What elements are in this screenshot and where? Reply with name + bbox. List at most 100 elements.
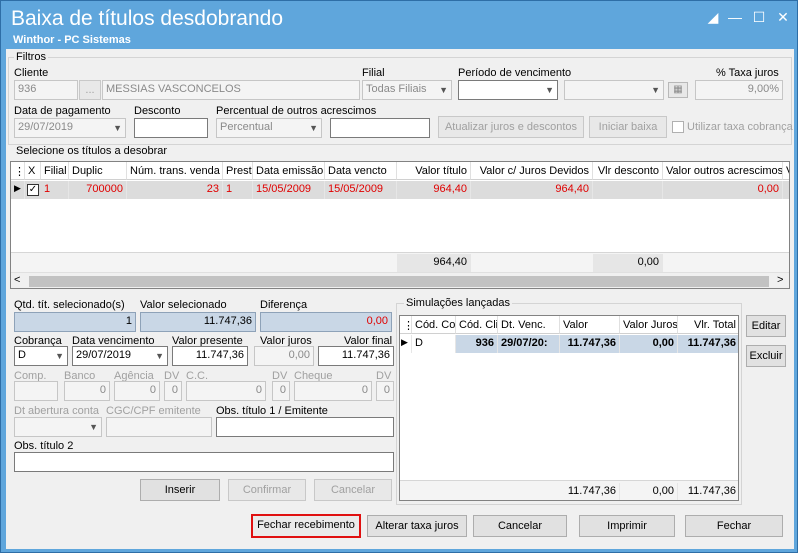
dt-abertura-select[interactable]: ▼ xyxy=(14,417,102,437)
cgc-input[interactable] xyxy=(106,417,212,437)
banco-input[interactable]: 0 xyxy=(64,381,110,401)
scroll-right-icon[interactable]: > xyxy=(777,274,783,286)
col-header-v[interactable]: V xyxy=(783,162,789,180)
maximize-icon[interactable]: ☐ xyxy=(749,9,769,25)
fechar-button[interactable]: Fechar xyxy=(685,515,783,537)
cell-cod-co: D xyxy=(412,335,456,353)
col-header-prest[interactable]: Prest xyxy=(223,162,253,180)
restore-icon[interactable]: ◢ xyxy=(703,9,723,25)
cell-num-trans: 23 xyxy=(127,181,223,199)
chevron-down-icon: ▼ xyxy=(545,85,554,95)
col-header-dt-venc[interactable]: Dt. Venc. xyxy=(498,316,560,334)
comp-input[interactable] xyxy=(14,381,58,401)
dv2-input[interactable]: 0 xyxy=(272,381,290,401)
titulos-label: Selecione os títulos a desobrar xyxy=(14,145,170,157)
col-header-x[interactable]: X xyxy=(25,162,41,180)
cancelar-button[interactable]: Cancelar xyxy=(473,515,567,537)
window-title: Baixa de títulos desdobrando xyxy=(11,7,284,30)
col-header-duplic[interactable]: Duplic xyxy=(69,162,127,180)
col-header-cod-cli[interactable]: Cód. Cli xyxy=(456,316,498,334)
row-pointer-icon: ▶ xyxy=(11,181,25,199)
valor-presente-input[interactable]: 11.747,36 xyxy=(172,346,248,366)
editar-button[interactable]: Editar xyxy=(746,315,786,337)
cliente-name-input[interactable]: MESSIAS VASCONCELOS xyxy=(102,80,360,100)
cliente-lookup-button[interactable]: ... xyxy=(79,80,101,100)
cell-vlr-total: 11.747,36 xyxy=(678,335,738,353)
obs2-input[interactable] xyxy=(14,452,394,472)
scroll-thumb[interactable] xyxy=(29,276,769,287)
cancelar-form-button[interactable]: Cancelar xyxy=(314,479,392,501)
col-header-valor-titulo[interactable]: Valor título xyxy=(397,162,471,180)
filtros-label: Filtros xyxy=(14,51,48,63)
dv1-input[interactable]: 0 xyxy=(164,381,182,401)
filial-select[interactable]: Todas Filiais ▼ xyxy=(362,80,452,100)
col-header-num-trans[interactable]: Núm. trans. venda xyxy=(127,162,223,180)
valor-selecionado-value: 11.747,36 xyxy=(140,312,256,332)
cliente-label: Cliente xyxy=(14,67,49,79)
title-bar[interactable]: Baixa de títulos desdobrando Winthor - P… xyxy=(1,1,797,49)
dt-abertura-label: Dt abertura conta xyxy=(14,405,99,417)
col-header-vlr-desconto[interactable]: Vlr desconto xyxy=(593,162,663,180)
perc-outros-input[interactable] xyxy=(330,118,430,138)
cc-input[interactable]: 0 xyxy=(186,381,266,401)
col-header-valor-juros[interactable]: Valor Juros xyxy=(620,316,678,334)
window-subtitle: Winthor - PC Sistemas xyxy=(13,34,131,46)
obs1-input[interactable] xyxy=(216,417,394,437)
inserir-button[interactable]: Inserir xyxy=(140,479,220,501)
cliente-code-input[interactable]: 936 xyxy=(14,80,78,100)
cell-data-emissao: 15/05/2009 xyxy=(253,181,325,199)
row-select-checkbox[interactable]: ✓ xyxy=(27,184,39,196)
titulos-hscrollbar[interactable]: < > xyxy=(11,272,789,288)
periodo-end-select[interactable]: ▼ xyxy=(564,80,664,100)
grid-menu-icon[interactable]: ⋮ xyxy=(11,162,25,180)
grid-menu-icon[interactable]: ⋮ xyxy=(400,316,412,334)
col-header-data-emissao[interactable]: Data emissão xyxy=(253,162,325,180)
data-vencimento-select[interactable]: 29/07/2019 ▼ xyxy=(72,346,168,366)
periodo-start-select[interactable]: ▼ xyxy=(458,80,558,100)
window-client: Filtros Cliente 936 ... MESSIAS VASCONCE… xyxy=(6,49,794,549)
minimize-icon[interactable]: — xyxy=(725,9,745,25)
fechar-recebimento-button[interactable]: Fechar recebimento xyxy=(251,514,361,538)
valor-juros-input[interactable]: 0,00 xyxy=(254,346,314,366)
confirmar-button[interactable]: Confirmar xyxy=(228,479,306,501)
filial-value: Todas Filiais xyxy=(366,83,427,95)
excluir-button[interactable]: Excluir xyxy=(746,345,786,367)
agencia-input[interactable]: 0 xyxy=(114,381,160,401)
taxa-input[interactable]: 9,00% xyxy=(695,80,783,100)
obs1-label: Obs. título 1 / Emitente xyxy=(216,405,328,417)
col-header-valor-juros[interactable]: Valor c/ Juros Devidos xyxy=(471,162,593,180)
cell-valor-juros: 964,40 xyxy=(471,181,593,199)
col-header-cod-co[interactable]: Cód. Co xyxy=(412,316,456,334)
titulos-grid[interactable]: ⋮ X Filial Duplic Núm. trans. venda Pres… xyxy=(10,161,790,289)
simulacoes-grid[interactable]: ⋮ Cód. Co Cód. Cli Dt. Venc. Valor Valor… xyxy=(399,315,739,501)
cobranca-select[interactable]: D ▼ xyxy=(14,346,68,366)
col-header-valor-outros[interactable]: Valor outros acrescimos xyxy=(663,162,783,180)
valor-final-input[interactable]: 11.747,36 xyxy=(318,346,394,366)
atualizar-juros-button[interactable]: Atualizar juros e descontos xyxy=(438,116,584,138)
data-pagamento-select[interactable]: 29/07/2019 ▼ xyxy=(14,118,126,138)
col-header-filial[interactable]: Filial xyxy=(41,162,69,180)
perc-outros-select[interactable]: Percentual ▼ xyxy=(216,118,322,138)
cheque-input[interactable]: 0 xyxy=(294,381,372,401)
alterar-taxa-button[interactable]: Alterar taxa juros xyxy=(367,515,467,537)
cell-prest: 1 xyxy=(223,181,253,199)
footer-valor: 11.747,36 xyxy=(560,483,620,500)
obs2-label: Obs. título 2 xyxy=(14,440,74,452)
close-icon[interactable]: ✕ xyxy=(773,9,793,25)
desconto-input[interactable] xyxy=(134,118,208,138)
periodo-label: Período de vencimento xyxy=(458,67,572,79)
utilizar-taxa-checkbox[interactable] xyxy=(672,121,684,133)
dv3-input[interactable]: 0 xyxy=(376,381,394,401)
iniciar-baixa-button[interactable]: Iniciar baixa xyxy=(589,116,667,138)
calendar-icon[interactable]: ▦ xyxy=(668,82,688,98)
filial-label: Filial xyxy=(362,67,385,79)
imprimir-button[interactable]: Imprimir xyxy=(579,515,675,537)
data-pagamento-label: Data de pagamento xyxy=(14,105,111,117)
chevron-down-icon: ▼ xyxy=(55,351,64,361)
scroll-left-icon[interactable]: < xyxy=(14,274,20,286)
cobranca-value: D xyxy=(18,349,26,361)
perc-outros-select-value: Percentual xyxy=(220,121,273,133)
col-header-vlr-total[interactable]: Vlr. Total xyxy=(678,316,738,334)
col-header-valor[interactable]: Valor xyxy=(560,316,620,334)
col-header-data-vencto[interactable]: Data vencto xyxy=(325,162,397,180)
